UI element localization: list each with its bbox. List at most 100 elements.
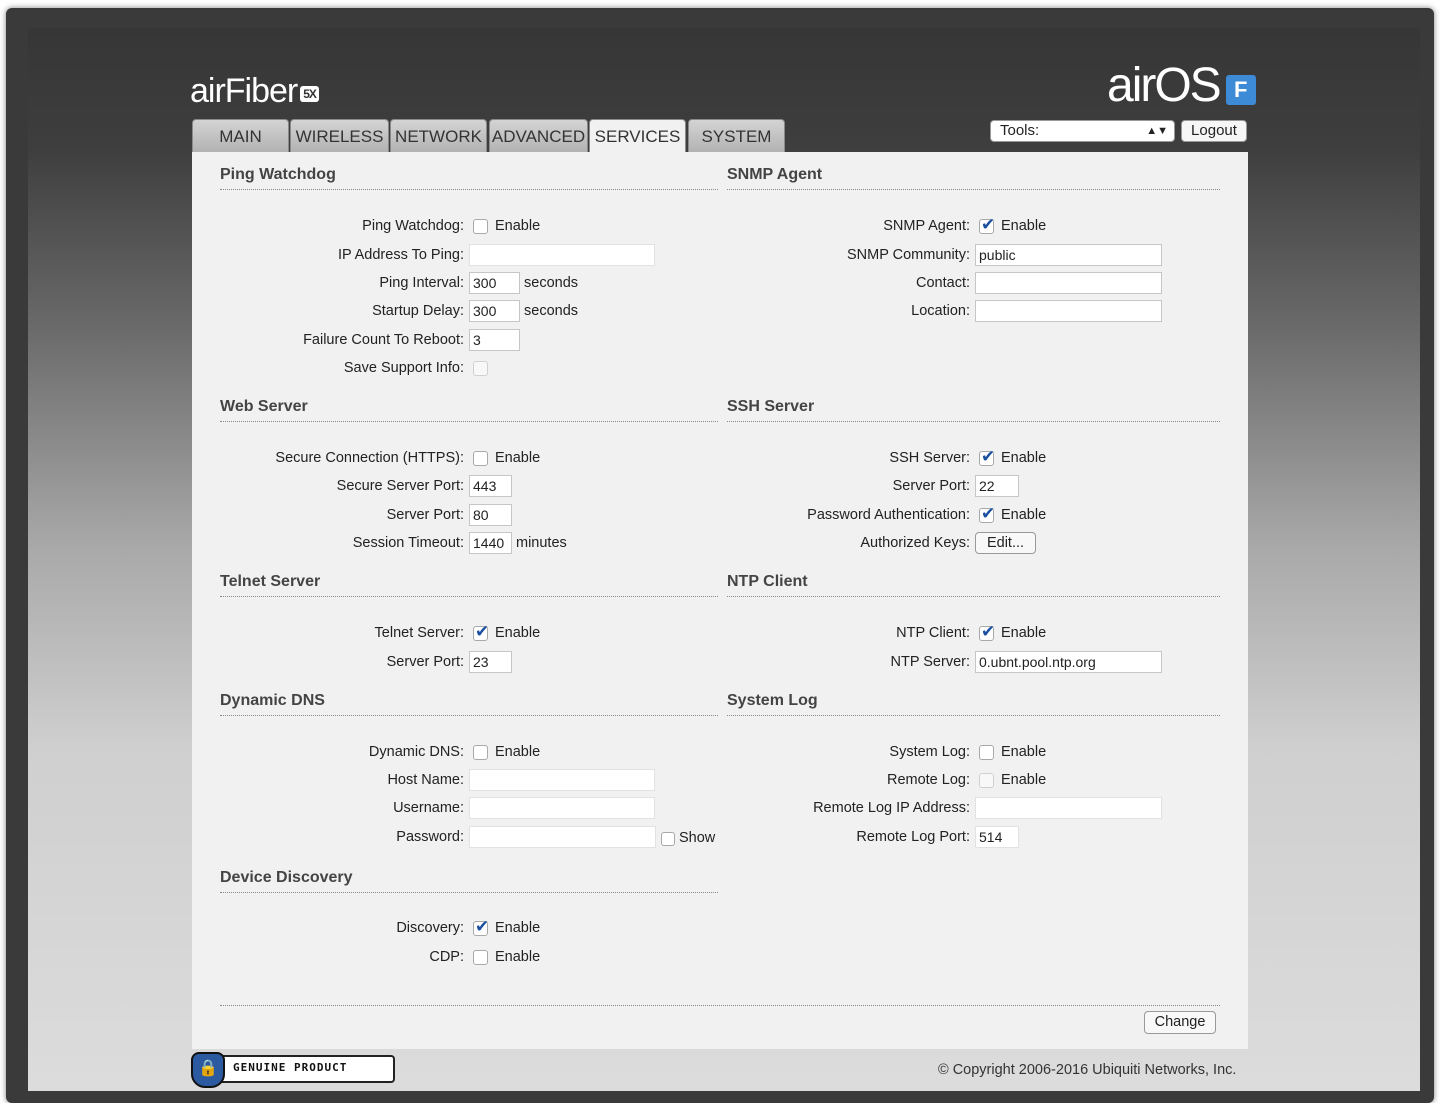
discovery-checkbox[interactable] bbox=[473, 917, 489, 937]
ntp-client-enable-label: Enable bbox=[1001, 625, 1047, 641]
host-name-input[interactable] bbox=[469, 769, 655, 791]
genuine-product-badge: 🔒 GENUINE PRODUCT bbox=[191, 1052, 395, 1088]
snmp-agent-checkbox[interactable] bbox=[979, 215, 995, 235]
save-support-info-label: Save Support Info: bbox=[343, 360, 464, 376]
section-title-ping-watchdog: Ping Watchdog bbox=[220, 166, 718, 190]
airfiber-logo-text: airFiber bbox=[190, 72, 298, 110]
location-label: Location: bbox=[911, 303, 970, 319]
ntp-client-checkbox[interactable] bbox=[979, 622, 995, 642]
snmp-agent-enable-label: Enable bbox=[1001, 218, 1047, 234]
ping-interval-unit: seconds bbox=[524, 275, 579, 291]
ip-address-to-ping-input[interactable] bbox=[469, 244, 655, 266]
telnet-port-input[interactable]: 23 bbox=[469, 651, 512, 673]
remote-log-enable-label: Enable bbox=[1001, 772, 1047, 788]
system-log-checkbox[interactable] bbox=[979, 745, 994, 760]
tab-services[interactable]: SERVICES bbox=[589, 119, 686, 153]
failure-count-input[interactable]: 3 bbox=[469, 329, 520, 351]
snmp-community-label: SNMP Community: bbox=[846, 247, 970, 263]
secure-server-port-input[interactable]: 443 bbox=[469, 475, 512, 497]
section-title-web-server: Web Server bbox=[220, 398, 718, 422]
select-arrows-icon: ▲▼ bbox=[1146, 125, 1168, 137]
section-title-telnet-server: Telnet Server bbox=[220, 573, 718, 597]
https-checkbox[interactable] bbox=[473, 451, 488, 466]
contact-label: Contact: bbox=[916, 275, 970, 291]
username-input[interactable] bbox=[469, 797, 655, 819]
ssh-server-label: SSH Server: bbox=[889, 450, 970, 466]
section-title-dynamic-dns: Dynamic DNS bbox=[220, 692, 718, 716]
remote-log-port-input[interactable]: 514 bbox=[975, 826, 1019, 848]
airfiber-logo-badge: 5X bbox=[300, 86, 319, 102]
logout-button[interactable]: Logout bbox=[1181, 120, 1247, 142]
airos-logo: airOS F bbox=[1107, 58, 1256, 113]
secure-server-port-label: Secure Server Port: bbox=[336, 478, 464, 494]
failure-count-label: Failure Count To Reboot: bbox=[303, 332, 464, 348]
discovery-label: Discovery: bbox=[396, 920, 464, 936]
password-authentication-label: Password Authentication: bbox=[807, 507, 970, 523]
ping-watchdog-label: Ping Watchdog: bbox=[362, 218, 464, 234]
airfiber-logo: airFiber 5X bbox=[190, 72, 319, 111]
cdp-label: CDP: bbox=[429, 949, 464, 965]
system-log-enable-label: Enable bbox=[1001, 744, 1047, 760]
password-input[interactable] bbox=[469, 826, 656, 848]
startup-delay-unit: seconds bbox=[524, 303, 579, 319]
tools-select-value: Tools: bbox=[1000, 122, 1040, 139]
ntp-server-label: NTP Server: bbox=[890, 654, 970, 670]
ssh-port-input[interactable]: 22 bbox=[975, 475, 1019, 497]
startup-delay-input[interactable]: 300 bbox=[469, 300, 520, 322]
web-server-port-input[interactable]: 80 bbox=[469, 504, 512, 526]
authorized-keys-label: Authorized Keys: bbox=[860, 535, 970, 551]
tools-select[interactable]: Tools: ▲▼ bbox=[990, 120, 1175, 142]
tab-network[interactable]: NETWORK bbox=[390, 119, 487, 152]
tab-advanced[interactable]: ADVANCED bbox=[489, 119, 588, 152]
section-title-ntp-client: NTP Client bbox=[727, 573, 1220, 597]
show-password-label: Show bbox=[679, 830, 716, 846]
discovery-enable-label: Enable bbox=[495, 920, 541, 936]
telnet-server-checkbox[interactable] bbox=[473, 622, 489, 642]
dynamic-dns-label: Dynamic DNS: bbox=[368, 744, 464, 760]
tab-wireless[interactable]: WIRELESS bbox=[290, 119, 389, 152]
section-title-snmp-agent: SNMP Agent bbox=[727, 166, 1220, 190]
remote-log-label: Remote Log: bbox=[886, 772, 970, 788]
change-button[interactable]: Change bbox=[1144, 1011, 1216, 1034]
location-input[interactable] bbox=[975, 300, 1162, 322]
host-name-label: Host Name: bbox=[387, 772, 464, 788]
snmp-agent-label: SNMP Agent: bbox=[883, 218, 970, 234]
ip-address-to-ping-label: IP Address To Ping: bbox=[337, 247, 464, 263]
snmp-community-input[interactable]: public bbox=[975, 244, 1162, 266]
password-authentication-checkbox[interactable] bbox=[979, 504, 995, 524]
show-password-checkbox[interactable] bbox=[661, 832, 675, 846]
password-label: Password: bbox=[396, 829, 464, 845]
ping-watchdog-checkbox[interactable] bbox=[473, 219, 488, 234]
dynamic-dns-enable-label: Enable bbox=[495, 744, 541, 760]
session-timeout-unit: minutes bbox=[516, 535, 567, 551]
ntp-server-input[interactable]: 0.ubnt.pool.ntp.org bbox=[975, 651, 1162, 673]
lock-shield-icon: 🔒 bbox=[191, 1052, 225, 1088]
ping-interval-input[interactable]: 300 bbox=[469, 272, 520, 294]
section-title-ssh-server: SSH Server bbox=[727, 398, 1220, 422]
startup-delay-label: Startup Delay: bbox=[372, 303, 464, 319]
genuine-product-text: GENUINE PRODUCT bbox=[233, 1061, 348, 1074]
system-log-label: System Log: bbox=[889, 744, 970, 760]
ssh-port-label: Server Port: bbox=[892, 478, 970, 494]
ping-watchdog-enable-label: Enable bbox=[495, 218, 541, 234]
dynamic-dns-checkbox[interactable] bbox=[473, 745, 488, 760]
remote-log-checkbox[interactable] bbox=[979, 773, 994, 788]
ssh-server-checkbox[interactable] bbox=[979, 447, 995, 467]
https-label: Secure Connection (HTTPS): bbox=[275, 450, 464, 466]
save-support-info-checkbox[interactable] bbox=[473, 361, 488, 376]
tab-main[interactable]: MAIN bbox=[192, 119, 289, 152]
remote-log-ip-input[interactable] bbox=[975, 797, 1162, 819]
ssh-server-enable-label: Enable bbox=[1001, 450, 1047, 466]
cdp-checkbox[interactable] bbox=[473, 950, 488, 965]
section-title-system-log: System Log bbox=[727, 692, 1220, 716]
airos-logo-text: airOS bbox=[1107, 59, 1222, 112]
session-timeout-input[interactable]: 1440 bbox=[469, 532, 512, 554]
form-divider bbox=[220, 1005, 1220, 1006]
telnet-port-label: Server Port: bbox=[386, 654, 464, 670]
services-panel: Ping Watchdog Ping Watchdog: Enable IP A… bbox=[192, 152, 1248, 1049]
tab-system[interactable]: SYSTEM bbox=[688, 119, 785, 152]
airos-logo-badge: F bbox=[1225, 75, 1256, 105]
remote-log-ip-label: Remote Log IP Address: bbox=[813, 800, 970, 816]
contact-input[interactable] bbox=[975, 272, 1162, 294]
authorized-keys-edit-button[interactable]: Edit... bbox=[975, 532, 1036, 554]
